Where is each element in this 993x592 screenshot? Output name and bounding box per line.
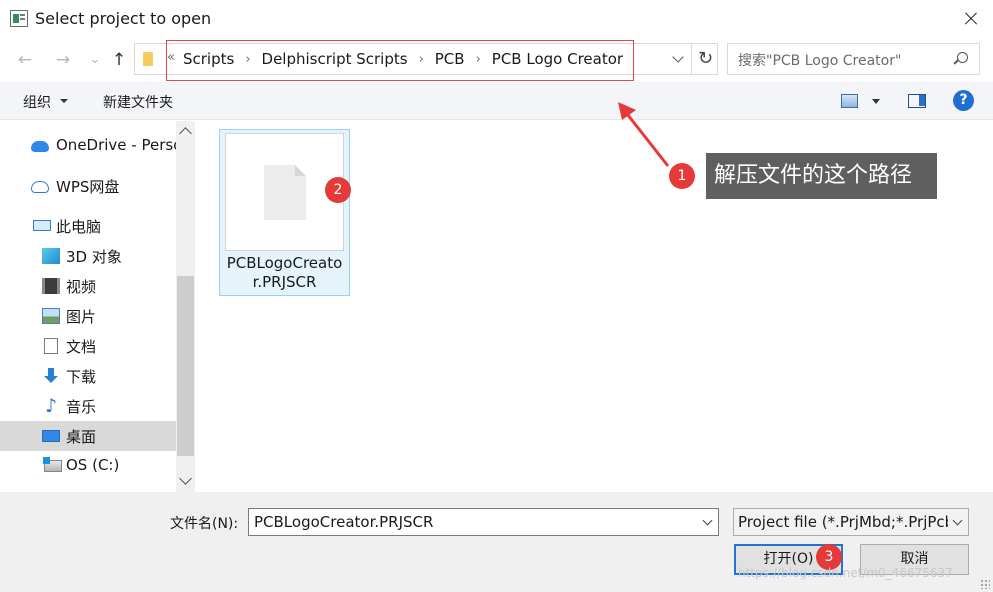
dialog-footer: 文件名(N): PCBLogoCreator.PRJSCR Project fi… <box>0 492 993 592</box>
file-name: PCBLogoCreator.PRJSCR <box>226 254 343 291</box>
help-icon[interactable]: ? <box>953 90 974 111</box>
window-title: Select project to open <box>35 9 212 28</box>
watermark: https://blog.csdn.net/m0_46675637 <box>738 566 953 580</box>
back-button[interactable]: ← <box>14 50 36 70</box>
step-badge-1: 1 <box>669 163 695 189</box>
sidebar-item-label: WPS网盘 <box>56 178 120 196</box>
sidebar-item-onedrive[interactable]: OneDrive - Personal <box>0 131 176 161</box>
sidebar-item-label: 文档 <box>66 338 97 356</box>
documents-icon <box>44 338 58 354</box>
pictures-icon <box>42 308 60 324</box>
sidebar-item-label: 图片 <box>66 308 97 326</box>
search-box[interactable]: 搜索"PCB Logo Creator" <box>727 43 980 75</box>
app-icon <box>10 10 28 27</box>
music-icon: ♪ <box>45 395 58 417</box>
drive-icon <box>43 457 62 472</box>
resize-grip-icon[interactable] <box>980 579 990 589</box>
file-type-select[interactable]: Project file (*.PrjMbd;*.PrjPcb <box>733 508 969 536</box>
view-options-dropdown-icon[interactable] <box>872 99 880 104</box>
sidebar-item-label: 桌面 <box>66 428 97 446</box>
sidebar-item-os-c[interactable]: OS (C:) <box>0 451 176 481</box>
sidebar-item-label: 音乐 <box>66 398 97 416</box>
filename-value[interactable]: PCBLogoCreator.PRJSCR <box>254 513 433 531</box>
folder-icon <box>143 52 153 66</box>
step-badge-2: 2 <box>325 177 351 203</box>
preview-pane-icon[interactable] <box>908 94 926 108</box>
onedrive-icon <box>31 141 49 152</box>
sidebar-item-wps[interactable]: WPS网盘 <box>0 171 176 201</box>
annotation-callout: 解压文件的这个路径 <box>706 153 937 199</box>
open-button-label: 打开(O) <box>763 551 814 567</box>
new-folder-button[interactable]: 新建文件夹 <box>103 92 173 112</box>
sidebar-item-downloads[interactable]: 下载 <box>0 361 176 391</box>
scroll-up-icon[interactable] <box>179 127 192 140</box>
open-project-dialog: Select project to open ← → ⌄ ↑ « Scripts… <box>0 0 993 592</box>
path-highlight-annotation <box>166 40 634 81</box>
sidebar-item-label: OS (C:) <box>66 456 120 474</box>
file-type-dropdown-icon[interactable] <box>948 509 968 535</box>
sidebar-item-videos[interactable]: 视频 <box>0 271 176 301</box>
sidebar-scrollbar[interactable] <box>176 121 195 492</box>
command-toolbar: 组织 新建文件夹 ? <box>0 82 993 120</box>
scroll-down-icon[interactable] <box>179 472 192 485</box>
search-input[interactable]: 搜索"PCB Logo Creator" <box>738 50 901 70</box>
sidebar-item-label: 视频 <box>66 278 97 296</box>
organize-menu[interactable]: 组织 <box>23 92 51 112</box>
this-pc-icon <box>33 220 51 231</box>
sidebar-item-label: OneDrive - Personal <box>56 136 176 154</box>
refresh-button[interactable]: ↻ <box>691 44 719 74</box>
downloads-icon <box>44 368 58 384</box>
sidebar-item-3d-objects[interactable]: 3D 对象 <box>0 241 176 271</box>
organize-dropdown-icon[interactable] <box>60 99 68 103</box>
sidebar-item-label: 3D 对象 <box>66 248 122 266</box>
close-icon[interactable] <box>947 0 993 38</box>
up-button[interactable]: ↑ <box>108 50 130 70</box>
file-type-value[interactable]: Project file (*.PrjMbd;*.PrjPcb <box>738 513 954 531</box>
video-icon <box>42 278 60 294</box>
sidebar-item-this-pc[interactable]: 此电脑 <box>0 211 176 241</box>
forward-button[interactable]: → <box>52 50 74 70</box>
sidebar-item-documents[interactable]: 文档 <box>0 331 176 361</box>
search-icon[interactable] <box>954 52 968 66</box>
navigation-pane: OneDrive - Personal WPS网盘 此电脑 3D 对象 视频 图… <box>0 121 196 492</box>
title-bar: Select project to open <box>0 0 993 38</box>
document-icon <box>264 165 306 220</box>
annotation-arrow-icon <box>618 102 670 167</box>
sidebar-item-label: 下载 <box>66 368 97 386</box>
3d-objects-icon <box>42 248 60 264</box>
file-item[interactable]: PCBLogoCreator.PRJSCR <box>219 129 350 296</box>
filename-label: 文件名(N): <box>170 516 239 532</box>
desktop-icon <box>42 430 60 442</box>
recent-locations-button[interactable]: ⌄ <box>84 50 106 70</box>
wps-cloud-icon <box>31 181 49 193</box>
scrollbar-thumb[interactable] <box>177 276 194 456</box>
sidebar-item-desktop[interactable]: 桌面 <box>0 421 176 451</box>
address-history-dropdown[interactable] <box>669 49 689 69</box>
sidebar-item-music[interactable]: ♪ 音乐 <box>0 391 176 421</box>
change-view-icon[interactable] <box>841 94 858 108</box>
filename-field[interactable]: PCBLogoCreator.PRJSCR <box>248 508 719 536</box>
sidebar-item-label: 此电脑 <box>56 218 102 236</box>
sidebar-item-pictures[interactable]: 图片 <box>0 301 176 331</box>
filename-dropdown-icon[interactable] <box>702 515 713 526</box>
